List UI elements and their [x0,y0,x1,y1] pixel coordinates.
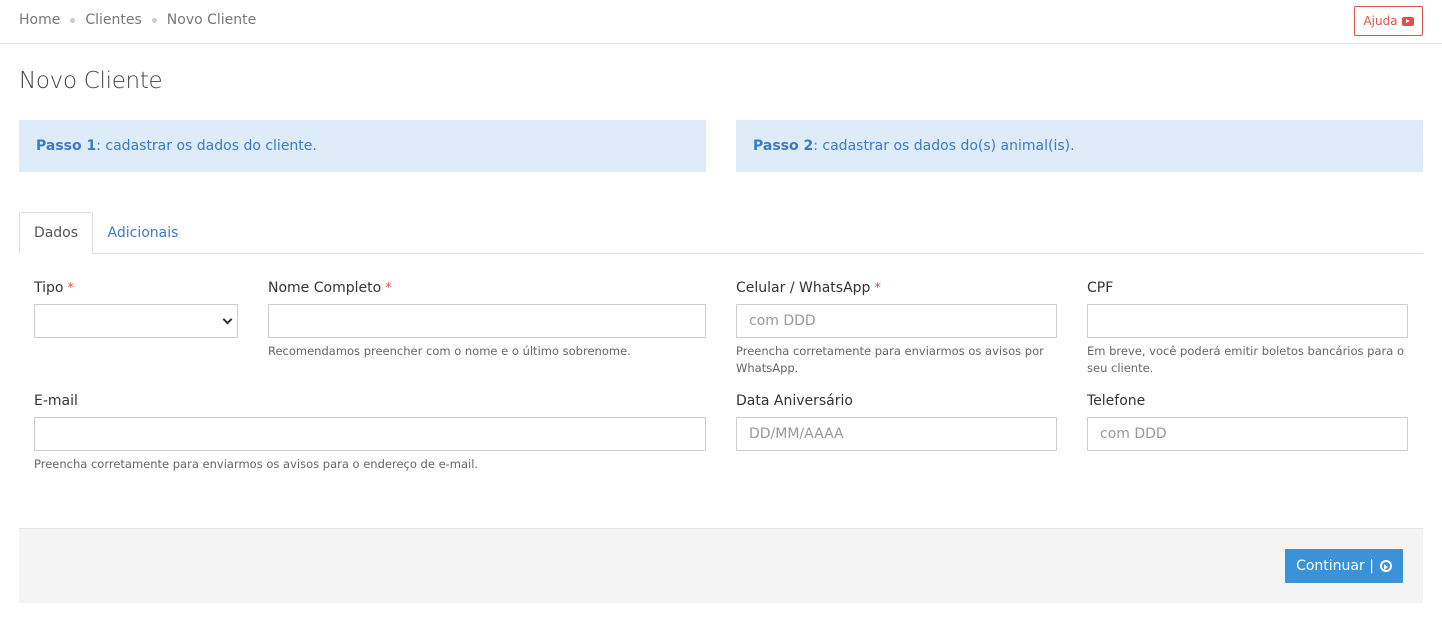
cpf-input[interactable] [1087,304,1408,338]
arrow-circle-right-icon [1379,560,1392,572]
breadcrumb-current: Novo Cliente [166,12,257,28]
breadcrumb-separator [70,17,76,23]
form-footer [19,528,1423,603]
required-mark: * [67,281,74,296]
top-bar: Home Clientes Novo Cliente Ajuda [0,0,1442,44]
chevron-down-icon [222,314,233,325]
breadcrumb-home[interactable]: Home [19,12,60,28]
aniversario-label: Data Aniversário [736,393,853,409]
help-button-label: Ajuda [1363,14,1398,28]
step-2-banner: Passo 2: cadastrar os dados do(s) animal… [736,120,1423,172]
form-tabs: Dados Adicionais [19,212,1423,254]
step-2-text: : cadastrar os dados do(s) animal(is). [813,138,1075,154]
email-label: E-mail [34,393,78,409]
step-2-title: Passo 2 [753,138,814,154]
tab-dados[interactable]: Dados [19,212,93,254]
celular-help: Preencha corretamente para enviarmos os … [736,344,1044,375]
help-button[interactable]: Ajuda [1354,6,1423,36]
telefone-input[interactable]: com DDD [1087,417,1408,451]
breadcrumb-clientes[interactable]: Clientes [85,12,141,28]
celular-label: Celular / WhatsApp * [736,280,881,296]
step-1-banner: Passo 1: cadastrar os dados do cliente. [19,120,706,172]
step-1-text: : cadastrar os dados do cliente. [96,138,317,154]
tipo-label: Tipo * [34,280,74,296]
page-title: Novo Cliente [19,68,163,94]
nome-help: Recomendamos preencher com o nome e o úl… [268,344,631,358]
continue-button[interactable]: Continuar | [1285,549,1403,583]
email-help: Preencha corretamente para enviarmos os … [34,457,479,471]
required-mark: * [385,281,392,296]
breadcrumb: Home Clientes Novo Cliente [19,12,256,28]
celular-input[interactable]: com DDD [736,304,1057,338]
youtube-play-icon [1401,16,1414,26]
breadcrumb-separator [151,17,157,23]
continue-button-label: Continuar | [1296,558,1374,574]
nome-input[interactable] [268,304,706,338]
cpf-help: Em breve, você poderá emitir boletos ban… [1087,344,1404,375]
tipo-select[interactable] [34,304,238,338]
step-1-title: Passo 1 [36,138,97,154]
cpf-label: CPF [1087,280,1114,296]
required-mark: * [874,281,881,296]
aniversario-input[interactable]: DD/MM/AAAA [736,417,1057,451]
email-input[interactable] [34,417,706,451]
tab-adicionais[interactable]: Adicionais [93,212,193,254]
telefone-label: Telefone [1087,393,1146,409]
nome-label: Nome Completo * [268,280,392,296]
